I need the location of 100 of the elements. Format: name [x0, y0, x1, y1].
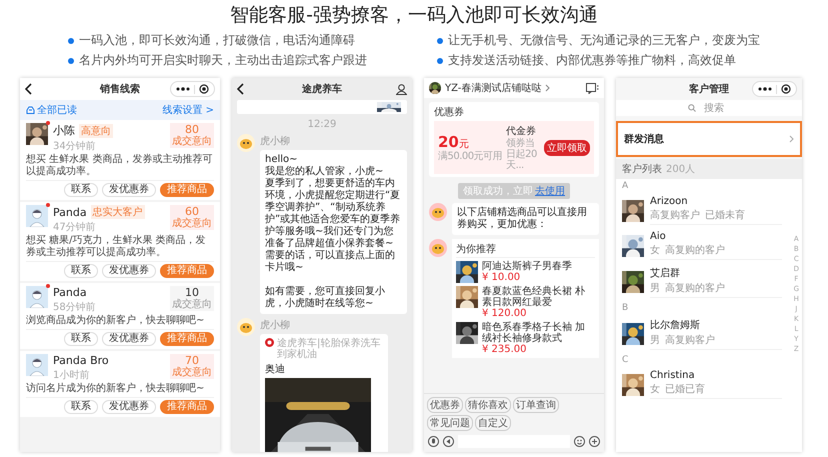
- feature-text: 一码入池，即可长效沟通，打破微信，电话沟通障碍: [79, 32, 355, 49]
- lead-description: 想买 糖果/巧克力，生鲜水果 类商品，发券或主动推荐可以提高成功率。: [26, 235, 207, 259]
- lead-name: Panda: [53, 286, 87, 299]
- lead-time: 47分钟前: [53, 220, 97, 234]
- coupon-type: 代金券: [506, 124, 538, 138]
- menu-capsule[interactable]: [170, 81, 215, 97]
- chevron-icon: [789, 135, 794, 143]
- cartoon-avatar-icon: [237, 318, 255, 336]
- product-name[interactable]: 暗色系春季格子长袖 加绒衬长袖修身款式: [482, 322, 595, 344]
- cartoon-avatar-icon: [429, 239, 447, 257]
- quick-reply-chip[interactable]: 自定义: [475, 415, 511, 431]
- contact-name: 艾启群: [650, 266, 681, 280]
- message-bubble: 以下店铺精选商品可以直接用券购买，更加优惠：: [452, 203, 599, 235]
- avatar-icon: [26, 286, 48, 308]
- contact-row[interactable]: Aio 女 高复购的客户: [616, 228, 788, 263]
- feature-text: 让无手机号、无微信号、无沟通记录的三无客户，变废为宝: [448, 32, 760, 49]
- back-icon[interactable]: [25, 83, 33, 95]
- contact-name: Christina: [650, 370, 696, 381]
- quick-reply-chip[interactable]: 优惠券: [427, 397, 463, 413]
- broadcast-row[interactable]: 群发消息: [616, 121, 802, 157]
- lead-time: 58分钟前: [53, 300, 97, 314]
- coupon-validity: 领券当日起20天...: [506, 138, 538, 171]
- cartoon-avatar-icon: [237, 134, 255, 152]
- group-letter: A: [621, 180, 630, 193]
- menu-capsule[interactable]: [752, 81, 797, 97]
- speaker-icon[interactable]: [443, 436, 454, 447]
- more-icon[interactable]: [758, 86, 772, 92]
- action-button[interactable]: 发优惠券: [102, 183, 156, 197]
- product-price: ¥ 235.00: [482, 344, 528, 355]
- lead-description: 访问名片成为你的新客户，快去聊聊吧~: [26, 383, 206, 395]
- contact-name: Aio: [650, 231, 667, 242]
- link-card[interactable]: 途虎养车|轮胎保养洗车到家机油 奥迪: [260, 334, 388, 452]
- lead-time: 1小时前: [53, 368, 90, 382]
- contact-row[interactable]: Christina 女 已婚已育: [616, 367, 788, 402]
- search-icon: [688, 104, 696, 112]
- bullet-icon: [437, 38, 443, 44]
- feature-text: 名片内外均可开启实时聊天，主动出击追踪式客户跟进: [79, 52, 367, 69]
- action-button[interactable]: 联系: [64, 183, 98, 197]
- close-icon[interactable]: [199, 84, 209, 94]
- product-price: ¥ 120.00: [482, 308, 528, 319]
- plus-icon[interactable]: [589, 436, 600, 447]
- lead-time: 34分钟前: [53, 140, 97, 153]
- contact-tag: 高复购客户: [650, 208, 700, 222]
- emoji-icon[interactable]: [574, 436, 585, 447]
- chat-icon[interactable]: [586, 82, 599, 94]
- product-name[interactable]: 阿迪达斯裤子男春季: [482, 261, 572, 272]
- lead-name: Panda Bro: [53, 354, 109, 367]
- back-icon[interactable]: [237, 83, 245, 95]
- contact-tag: 高复购的客户: [665, 243, 725, 257]
- sender-name: 虎小柳: [260, 318, 291, 332]
- coupon-unit: 元: [458, 138, 469, 151]
- avatar-icon: [26, 205, 48, 227]
- action-button[interactable]: 联系: [64, 400, 98, 414]
- voice-icon[interactable]: [428, 436, 439, 447]
- contact-row[interactable]: 艾启群 男 高复购的客户: [616, 263, 788, 301]
- quick-reply-chip[interactable]: 常见问题: [427, 415, 473, 431]
- sender-name: 虎小柳: [260, 134, 291, 148]
- product-price: ¥ 10.00: [482, 272, 522, 283]
- section-label: 为你推荐: [456, 242, 595, 258]
- lead-tag: 忠实大客户: [90, 205, 145, 219]
- read-all-link[interactable]: 全部已读: [26, 103, 77, 117]
- headline: 智能客服-强势撩客，一码入池即可长效沟通: [230, 3, 598, 28]
- group-letter: B: [621, 302, 630, 315]
- bullet-icon: [68, 38, 74, 44]
- bullet-icon: [68, 58, 74, 64]
- contact-tag: 高复购的客户: [665, 281, 725, 295]
- chevron-icon: [545, 84, 550, 92]
- contact-row[interactable]: Arizoon 高复购客户 已婚未育: [616, 193, 788, 228]
- screen-title: 销售线索: [98, 82, 141, 96]
- action-button[interactable]: 发优惠券: [102, 264, 156, 278]
- person-icon[interactable]: [396, 84, 407, 94]
- coupon-condition: 满50.00元可用: [438, 151, 502, 162]
- lead-description: 浏览商品成为你的新客户，快去聊聊吧~: [26, 315, 206, 327]
- feature-text: 支持发送活动链接、内部优惠券等推广物料，高效促单: [448, 52, 736, 69]
- quick-reply-chip[interactable]: 猜你喜欢: [465, 397, 511, 413]
- lead-name: Panda: [53, 206, 87, 218]
- claim-button[interactable]: 立即领取: [544, 140, 590, 156]
- contact-tag: 男: [650, 333, 660, 347]
- contact-row[interactable]: 比尔詹姆斯 男 高复购客户: [616, 315, 788, 353]
- message-time: 12:29: [306, 119, 338, 130]
- contact-name: 比尔詹姆斯: [650, 318, 701, 332]
- more-icon[interactable]: [176, 86, 190, 92]
- lead-settings-link[interactable]: 线索设置 >: [162, 103, 214, 117]
- lead-description: 想买 生鲜水果 类商品，发券或主动推荐可以提高成功率。: [26, 154, 214, 178]
- score-badge: 10 成交意向: [170, 286, 214, 311]
- bullet-icon: [437, 58, 443, 64]
- action-button[interactable]: 发优惠券: [102, 332, 156, 346]
- contact-tag: 高复购客户: [665, 333, 715, 347]
- close-icon[interactable]: [781, 84, 791, 94]
- message-bubble: hello~ 我是您的私人管家，小虎~ 夏季到了，想要更舒适的车内环境，小虎提醒您定期进行“夏季空调养护”、“制动系统养护”或其他适合您爱车的夏季养护等服务哦~我们还专门为您准备了品牌超值小保养套餐~需要的话，可以直接点上面的卡片哦~ 如有需要，您可直接回复小虎，小虎随时在线等您~: [260, 150, 407, 314]
- action-button[interactable]: 联系: [64, 332, 98, 346]
- product-name[interactable]: 春夏款蓝色经典长裙 朴素日款网红最爱: [482, 286, 595, 308]
- search-field[interactable]: 搜索: [616, 100, 802, 116]
- score-badge: 70 成交意向: [170, 354, 214, 379]
- action-button[interactable]: 联系: [64, 264, 98, 278]
- quick-reply-chip[interactable]: 订单查询: [513, 397, 559, 413]
- action-button[interactable]: 发优惠券: [102, 400, 156, 414]
- cartoon-avatar-icon: [429, 203, 447, 221]
- logo-icon: [265, 338, 274, 347]
- contact-tag: 已婚已育: [665, 382, 705, 396]
